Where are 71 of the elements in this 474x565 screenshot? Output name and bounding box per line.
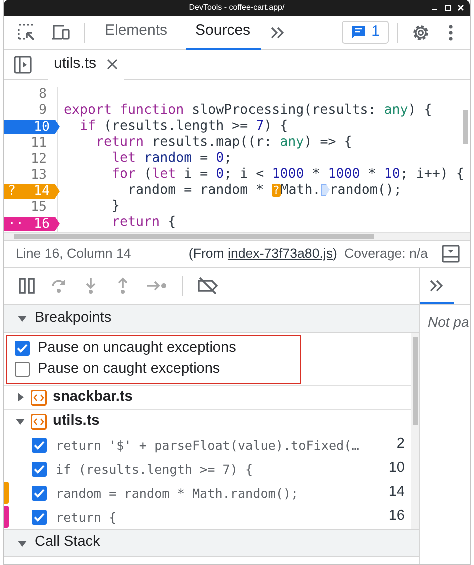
issues-button[interactable]: 1 [342, 21, 389, 44]
breakpoint-code[interactable]: random = random * Math.random(); [56, 486, 389, 500]
checkbox[interactable] [15, 362, 30, 377]
expanded-arrow-icon[interactable] [18, 314, 27, 323]
code-line: for (let i = 0; i < 1000 * 1000 * 10; i++) { [111, 167, 466, 183]
settings-icon [411, 22, 431, 42]
chevrons-icon [429, 278, 445, 292]
code-line: } [111, 199, 122, 215]
section-header[interactable]: Call Stack [4, 529, 419, 557]
line-number: 12 [30, 152, 48, 168]
message-icon [350, 25, 366, 40]
coverage-text: Coverage: n/a [344, 245, 428, 264]
cursor-position: Line 16, Column 14 [16, 245, 132, 264]
collapsed-arrow-icon[interactable] [16, 393, 25, 402]
breakpoint-off-icon [197, 277, 219, 295]
inspect-icon [17, 22, 37, 42]
breakpoint-code[interactable]: if (results.length >= 7) { [56, 462, 389, 476]
code-line: if (results.length >= 7) { [79, 119, 290, 135]
maximize-icon[interactable] [445, 5, 451, 11]
line-number: 14 [388, 483, 405, 502]
line-number: 8 [38, 87, 48, 103]
scrollbar-thumb[interactable] [463, 110, 468, 144]
section-header[interactable]: Breakpoints [4, 305, 419, 333]
toggle-drawer-button[interactable] [440, 243, 462, 265]
line-number: 2 [396, 435, 405, 454]
checkbox[interactable] [32, 486, 47, 500]
step-over-icon [50, 277, 68, 295]
checkbox-label[interactable]: Pause on uncaught exceptions [38, 338, 236, 360]
sidebar-icon [14, 56, 32, 74]
line-number: 9 [38, 103, 48, 119]
line-number: 15 [30, 200, 48, 216]
code-line: let random = 0; [111, 151, 234, 167]
source-map-info: (From index-73f73a80.js) [188, 245, 338, 264]
line-number: 11 [30, 136, 48, 152]
chevrons-icon [270, 26, 286, 40]
line-number: 10 [388, 459, 405, 478]
paused-status-text: Not pa [427, 313, 470, 332]
code-line: return { [111, 215, 178, 231]
line-number: 13 [30, 168, 48, 184]
deactivate-breakpoints-button[interactable] [197, 277, 219, 295]
breakpoint-code[interactable]: return { [56, 510, 389, 524]
code-line: export function slowProcessing(results: any) { [64, 103, 434, 119]
panel-tab[interactable]: Sources [186, 16, 261, 50]
checkbox[interactable] [15, 341, 30, 356]
file-name[interactable]: snackbar.ts [53, 386, 133, 408]
close-icon[interactable] [106, 59, 118, 70]
pause-icon [18, 277, 36, 295]
expanded-arrow-icon[interactable] [18, 538, 27, 548]
file-code-icon [31, 414, 47, 430]
breakpoint-marker[interactable]: ·· 16 [4, 216, 60, 232]
panel-icon [442, 245, 460, 263]
checkbox[interactable] [32, 438, 47, 452]
code-line: return results.map((r: any) => { [95, 135, 354, 151]
scrollbar[interactable] [411, 333, 419, 529]
checkbox[interactable] [32, 462, 47, 476]
menu-icon [449, 24, 453, 40]
file-link[interactable]: index-73f73a80.js [228, 246, 334, 262]
checkbox-label[interactable]: Pause on caught exceptions [38, 358, 220, 380]
code-line: random = random * ?Math. random(); [127, 183, 403, 199]
panel-tab[interactable]: Elements [95, 16, 178, 50]
breakpoint-code[interactable]: return '$' + parseFloat(value).toFixed(… [56, 438, 397, 452]
device-icon [50, 22, 72, 42]
pause-button[interactable] [18, 277, 36, 295]
scrollbar-thumb[interactable] [14, 234, 374, 239]
file-code-icon [31, 390, 47, 406]
window-title: DevTools - coffee-cart.app/ [189, 2, 285, 14]
file-name[interactable]: utils.ts [53, 410, 100, 432]
expanded-arrow-icon[interactable] [16, 417, 25, 426]
line-number: 16 [388, 507, 405, 526]
checkbox[interactable] [32, 510, 47, 524]
breakpoint-marker[interactable]: 10 [4, 120, 60, 134]
